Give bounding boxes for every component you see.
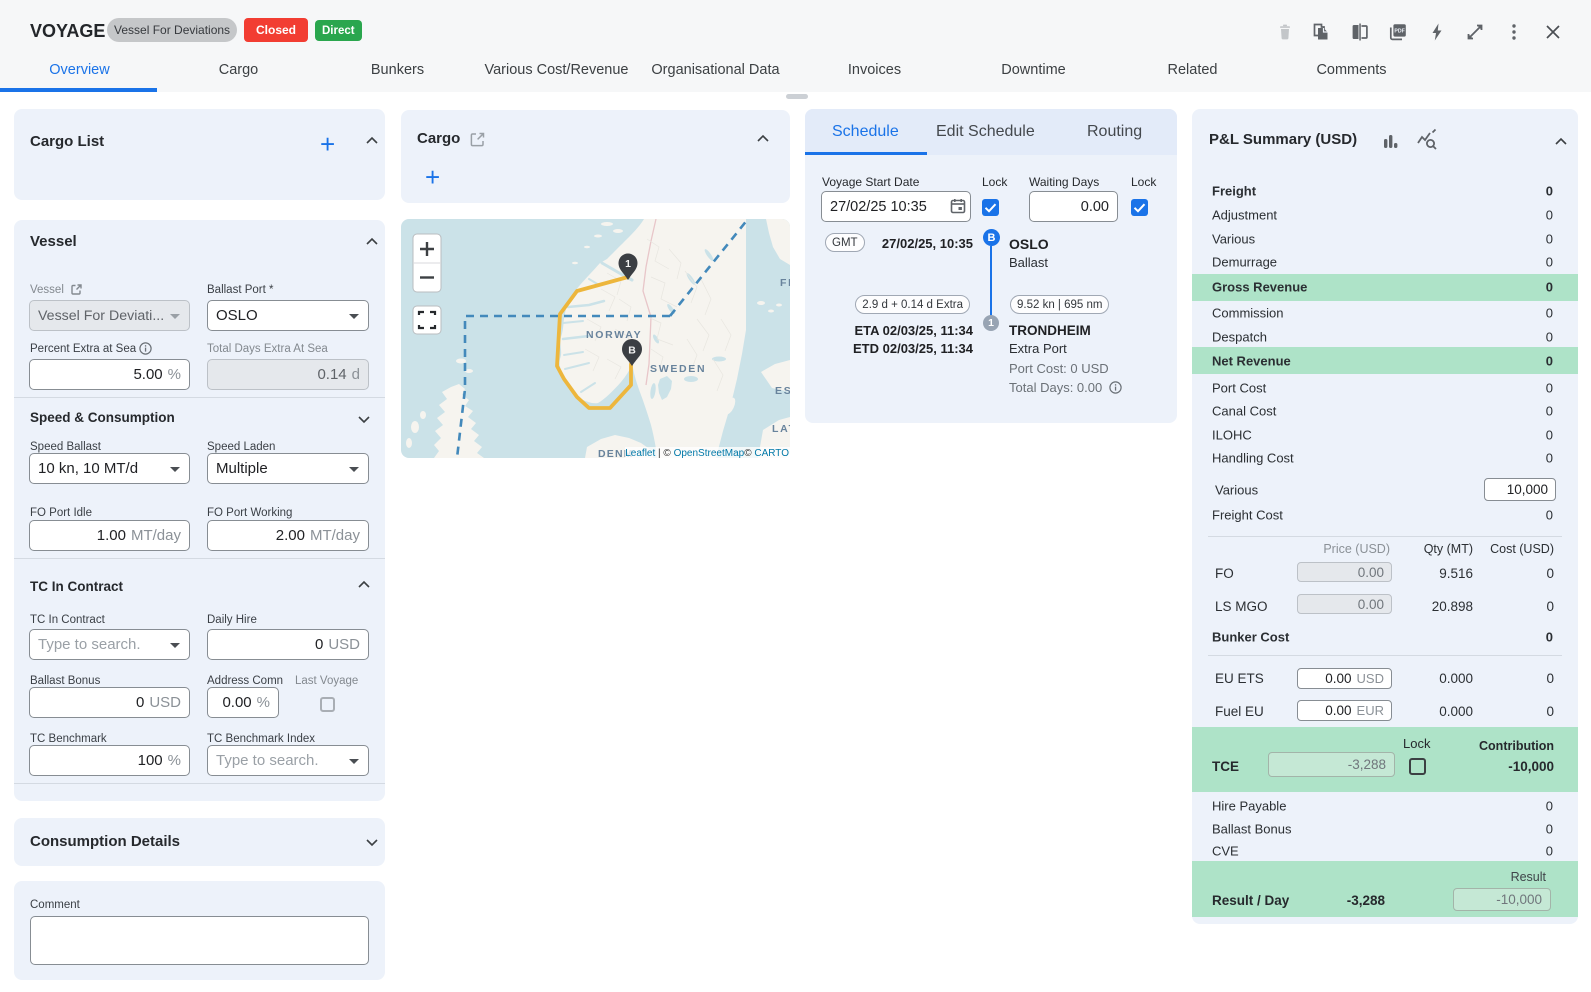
svg-text:FI: FI bbox=[780, 277, 790, 289]
svg-text:B: B bbox=[628, 345, 636, 357]
svg-text:PDF: PDF bbox=[1394, 29, 1404, 35]
svg-text:Leaflet | © OpenStreetMap© CAR: Leaflet | © OpenStreetMap© CARTO bbox=[625, 448, 789, 458]
svg-text:EST: EST bbox=[775, 385, 790, 397]
svg-text:LAT: LAT bbox=[772, 423, 790, 435]
svg-text:1: 1 bbox=[625, 258, 631, 270]
svg-text:SWEDEN: SWEDEN bbox=[650, 363, 706, 375]
